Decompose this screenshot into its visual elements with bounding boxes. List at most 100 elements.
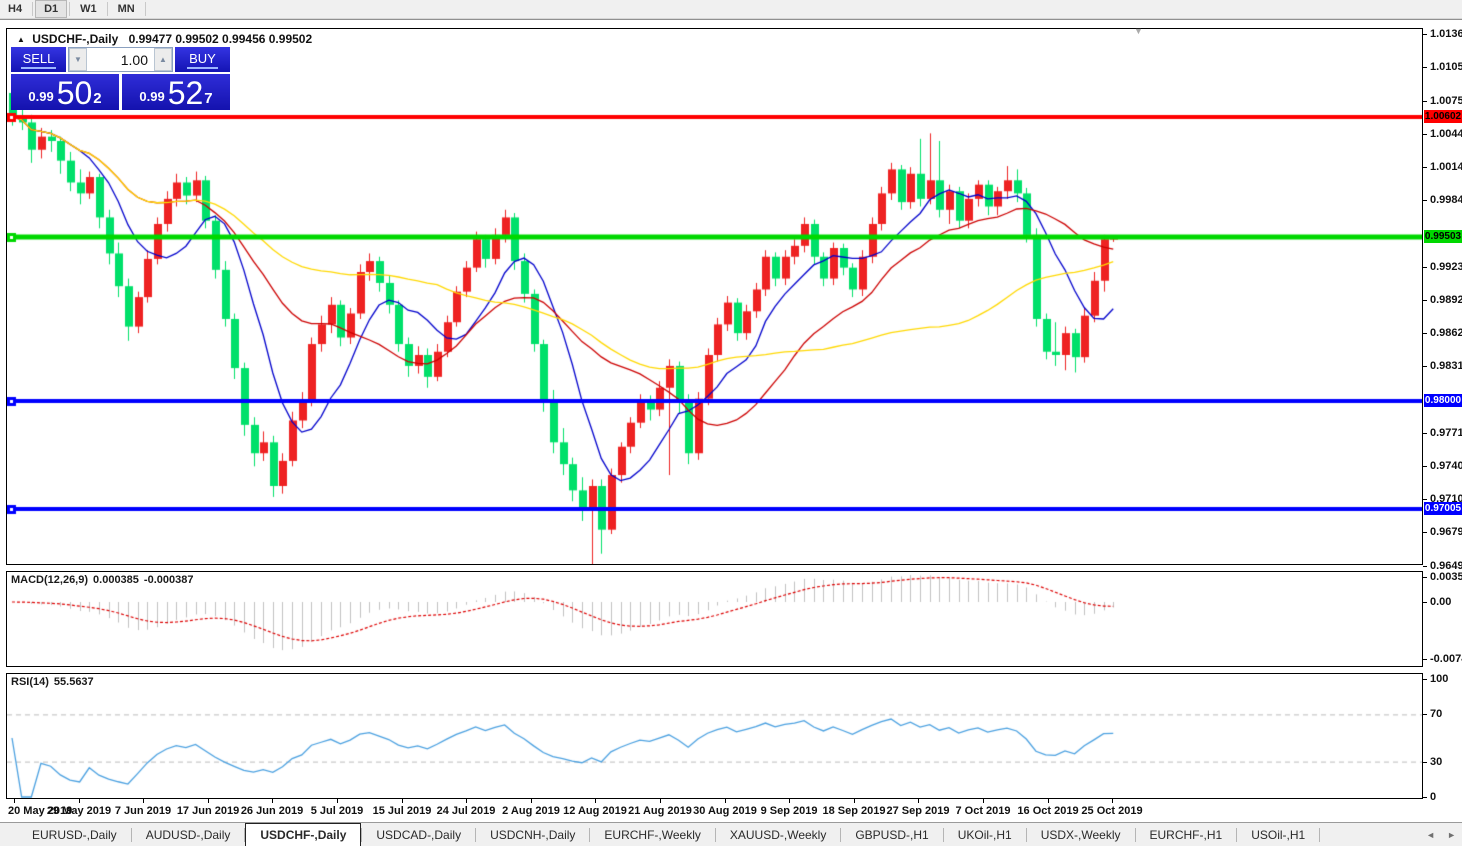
symbol-tab-eurusd[interactable]: EURUSD-,Daily (18, 823, 131, 846)
date-label: 5 Jul 2019 (311, 805, 364, 817)
axis-tick-mark (1423, 499, 1427, 500)
axis-tick-mark (1423, 366, 1427, 367)
axis-tick-mark (1423, 167, 1427, 168)
date-label: 25 Oct 2019 (1081, 805, 1142, 817)
date-tick-mark (1048, 799, 1049, 803)
price-axis-label: 0.99230 (1430, 261, 1462, 273)
toolbar-separator (32, 2, 33, 16)
toolbar-separator (145, 2, 146, 16)
price-axis-label: 0.98925 (1430, 294, 1462, 306)
axis-tick-mark (1423, 577, 1427, 578)
macd-axis-label: 0.00 (1430, 596, 1451, 608)
tabs-scroll-right-icon[interactable]: ► (1447, 830, 1456, 840)
date-tick-mark (272, 799, 273, 803)
price-axis-label: 1.00750 (1430, 95, 1462, 107)
date-tick-mark (466, 799, 467, 803)
symbol-tab-usdx[interactable]: USDX-,Weekly (1027, 823, 1135, 846)
axis-tick-mark (1423, 797, 1427, 798)
symbol-tab-audusd[interactable]: AUDUSD-,Daily (132, 823, 245, 846)
symbol-tab-xauusd[interactable]: XAUUSD-,Weekly (716, 823, 840, 846)
symbol-tab-eurchf[interactable]: EURCHF-,H1 (1136, 823, 1237, 846)
date-tick-mark (208, 799, 209, 803)
axis-tick-mark (1423, 466, 1427, 467)
axis-tick-mark (1423, 134, 1427, 135)
date-label: 7 Jun 2019 (115, 805, 171, 817)
rsi-axis-label: 0 (1430, 791, 1436, 803)
date-label: 26 Jun 2019 (241, 805, 303, 817)
date-tick-mark (660, 799, 661, 803)
symbol-tab-usdcnh[interactable]: USDCNH-,Daily (476, 823, 589, 846)
timeframe-button-w1[interactable]: W1 (72, 0, 105, 18)
price-level-badge: 0.97005 (1424, 502, 1462, 515)
rsi-label: RSI(14)55.5637 (11, 676, 94, 688)
date-label: 7 Oct 2019 (955, 805, 1010, 817)
collapse-triangle-icon[interactable]: ▲ (17, 35, 25, 44)
rsi-axis-label: 30 (1430, 756, 1442, 768)
sell-price-display[interactable]: 0.99502 (11, 74, 119, 110)
axis-tick-mark (1423, 34, 1427, 35)
price-axis-label: 1.01360 (1430, 28, 1462, 40)
toolbar-separator (69, 2, 70, 16)
date-label: 21 Aug 2019 (628, 805, 692, 817)
date-tick-mark (595, 799, 596, 803)
date-tick-mark (531, 799, 532, 803)
chart-window: ▲ USDCHF-,Daily 0.99477 0.99502 0.99456 … (0, 19, 1462, 822)
timeframe-button-h4[interactable]: H4 (0, 0, 30, 18)
rsi-axis-label: 100 (1430, 673, 1448, 685)
date-tick-mark (1112, 799, 1113, 803)
rsi-canvas (7, 674, 1422, 798)
date-label: 2 Aug 2019 (502, 805, 560, 817)
date-label: 15 Jul 2019 (373, 805, 432, 817)
symbol-tab-usdcad[interactable]: USDCAD-,Daily (362, 823, 475, 846)
macd-indicator-panel[interactable]: MACD(12,26,9)0.000385-0.000387 (6, 571, 1423, 667)
axis-tick-mark (1423, 333, 1427, 334)
price-axis-label: 1.00140 (1430, 161, 1462, 173)
date-tick-mark (14, 799, 15, 803)
macd-label: MACD(12,26,9)0.000385-0.000387 (11, 574, 193, 586)
axis-tick-mark (1423, 67, 1427, 68)
date-label: 24 Jul 2019 (437, 805, 496, 817)
symbol-tab-gbpusd[interactable]: GBPUSD-,H1 (841, 823, 942, 846)
quick-nav-icon[interactable]: ▼ (1134, 26, 1143, 36)
price-axis-label: 0.98315 (1430, 360, 1462, 372)
date-tick-mark (918, 799, 919, 803)
chart-symbol-label: USDCHF-,Daily (32, 32, 118, 46)
tab-separator (1319, 828, 1320, 842)
date-axis[interactable]: 20 May 201929 May 20197 Jun 201917 Jun 2… (6, 799, 1423, 823)
price-axis-label: 0.98620 (1430, 327, 1462, 339)
symbol-tab-usoil[interactable]: USOil-,H1 (1237, 823, 1319, 846)
volume-spinner: ▼ ▲ (68, 47, 173, 72)
axis-tick-mark (1423, 679, 1427, 680)
symbol-tab-ukoil[interactable]: UKOil-,H1 (944, 823, 1026, 846)
macd-axis-label: 0.003574 (1430, 571, 1462, 583)
chart-title: ▲ USDCHF-,Daily 0.99477 0.99502 0.99456 … (17, 32, 312, 46)
symbol-tab-eurchf[interactable]: EURCHF-,Weekly (590, 823, 714, 846)
buy-button[interactable]: BUY (175, 47, 230, 72)
axis-tick-mark (1423, 566, 1427, 567)
volume-decrease-button[interactable]: ▼ (69, 48, 87, 71)
timeframe-button-d1[interactable]: D1 (35, 0, 67, 18)
timeframe-button-mn[interactable]: MN (110, 0, 143, 18)
price-level-badge: 0.99503 (1424, 230, 1462, 243)
price-axis[interactable]: 1.013601.010551.007501.004451.001400.998… (1423, 20, 1462, 823)
symbol-tab-usdchf[interactable]: USDCHF-,Daily (245, 823, 361, 846)
date-label: 27 Sep 2019 (887, 805, 950, 817)
buy-price-display[interactable]: 0.99527 (122, 74, 230, 110)
tabs-scroll-left-icon[interactable]: ◄ (1426, 830, 1435, 840)
sell-button[interactable]: SELL (11, 47, 66, 72)
price-axis-label: 1.00445 (1430, 128, 1462, 140)
rsi-indicator-panel[interactable]: RSI(14)55.5637 (6, 673, 1423, 799)
date-tick-mark (854, 799, 855, 803)
price-chart-panel[interactable]: ▲ USDCHF-,Daily 0.99477 0.99502 0.99456 … (6, 28, 1423, 565)
axis-tick-mark (1423, 714, 1427, 715)
axis-tick-mark (1423, 762, 1427, 763)
one-click-trade-panel: SELL ▼ ▲ BUY 0.99502 0.99527 (11, 47, 230, 110)
price-level-badge: 0.98000 (1424, 394, 1462, 407)
date-tick-mark (337, 799, 338, 803)
volume-input[interactable] (87, 48, 154, 71)
axis-tick-mark (1423, 267, 1427, 268)
toolbar-separator (107, 2, 108, 16)
volume-increase-button[interactable]: ▲ (154, 48, 172, 71)
tab-scroll-controls: ◄► (1426, 823, 1456, 847)
date-label: 9 Sep 2019 (761, 805, 818, 817)
